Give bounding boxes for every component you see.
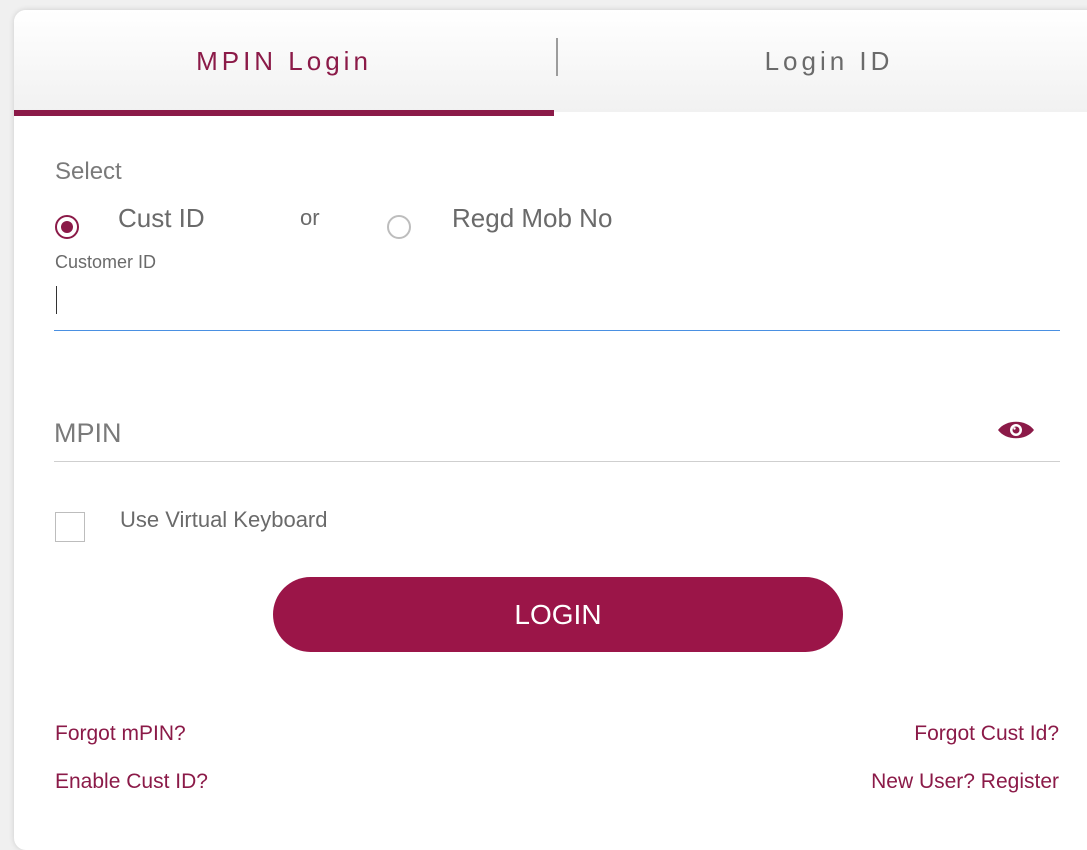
- mpin-input[interactable]: [54, 405, 1060, 462]
- or-text: or: [300, 205, 320, 230]
- tab-mpin-login[interactable]: MPIN Login: [14, 10, 554, 112]
- text-cursor: [56, 286, 57, 314]
- login-button[interactable]: LOGIN: [273, 577, 843, 652]
- forgot-mpin-link[interactable]: Forgot mPIN?: [55, 722, 186, 746]
- cust-id-radio-label[interactable]: Cust ID: [118, 203, 205, 234]
- enable-cust-id-link[interactable]: Enable Cust ID?: [55, 770, 208, 794]
- select-label: Select: [55, 158, 122, 185]
- virtual-keyboard-checkbox[interactable]: [55, 512, 85, 542]
- forgot-cust-id-link[interactable]: Forgot Cust Id?: [914, 722, 1059, 746]
- regd-mob-no-radio[interactable]: [387, 215, 411, 239]
- regd-mob-no-radio-label[interactable]: Regd Mob No: [452, 203, 612, 234]
- cust-id-radio[interactable]: [55, 215, 79, 239]
- virtual-keyboard-label[interactable]: Use Virtual Keyboard: [120, 507, 328, 533]
- new-user-register-link[interactable]: New User? Register: [871, 770, 1059, 794]
- customer-id-caption: Customer ID: [55, 252, 157, 272]
- login-card: MPIN Login Login ID Select Cust ID or Re…: [14, 10, 1087, 850]
- customer-id-input[interactable]: [54, 280, 1060, 331]
- active-tab-indicator: [14, 110, 554, 116]
- tab-login-id[interactable]: Login ID: [554, 10, 1087, 112]
- login-tabs: MPIN Login Login ID: [14, 10, 1087, 116]
- eye-icon[interactable]: [996, 418, 1036, 442]
